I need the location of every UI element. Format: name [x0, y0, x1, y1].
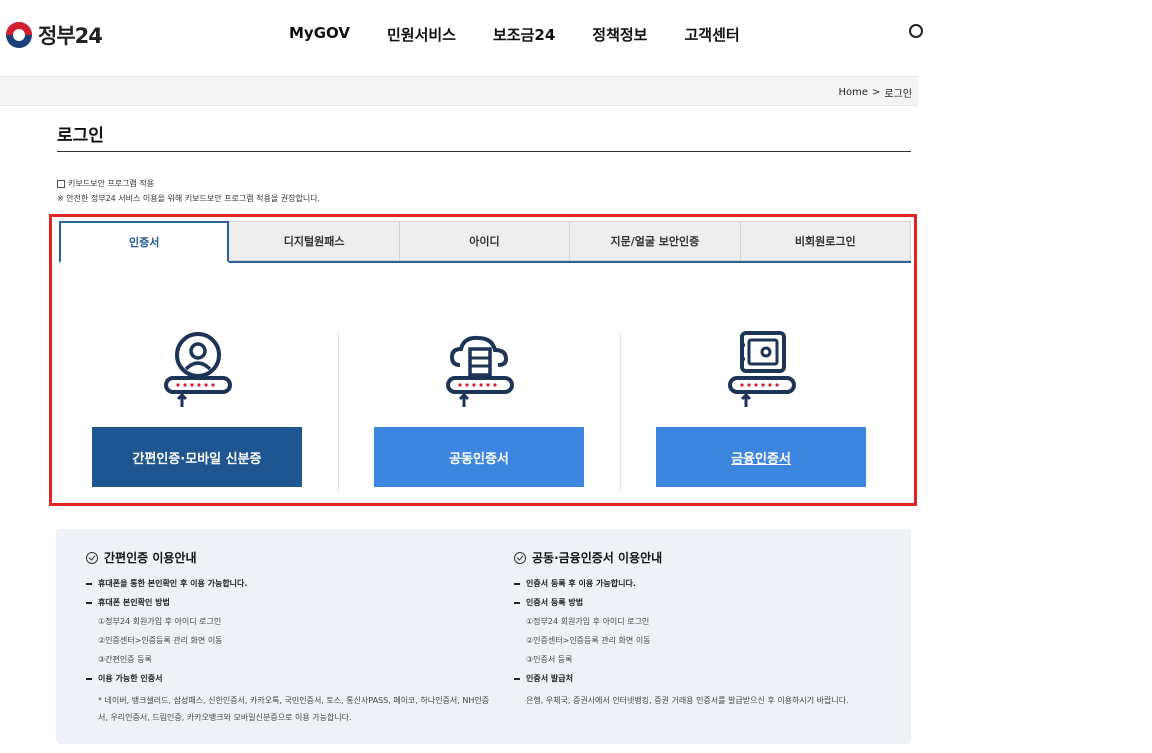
dash-icon — [86, 677, 92, 680]
person-key-icon — [164, 332, 232, 407]
joint-certificate-button[interactable]: 공동인증서 — [374, 427, 584, 487]
guide-item: 인증서 등록 방법 — [514, 597, 906, 608]
guide-item: 휴대폰 본인확인 방법 — [86, 597, 498, 608]
guide-step: ③인증서 등록 — [526, 655, 573, 664]
guide-item-text: 휴대폰 본인확인 방법 — [98, 598, 170, 607]
check-circle-icon — [514, 551, 526, 564]
site-logo[interactable]: 정부24 — [6, 20, 103, 50]
guide-item-text: 인증서 발급처 — [526, 674, 573, 683]
guide-simple-auth: 간편인증 이용안내 휴대폰을 통한 본인확인 후 이용 가능합니다. 휴대폰 본… — [86, 549, 498, 734]
financial-certificate-button[interactable]: 금융인증서 — [656, 427, 866, 487]
guide-item: 인증서 등록 후 이용 가능합니다. — [514, 578, 906, 589]
keyboard-security-checkbox[interactable] — [57, 179, 65, 188]
guide-cert-list: * 네이버, 뱅크샐러드, 삼성패스, 신한인증서, 카카오톡, 국민인증서, … — [98, 696, 490, 722]
guide-item-text: 이용 가능한 인증서 — [98, 674, 163, 683]
option-divider — [338, 332, 339, 492]
dash-icon — [86, 582, 92, 585]
nav-item-mygov[interactable]: MyGOV — [289, 24, 350, 45]
guide-heading: 공동·금융인증서 이용안내 — [514, 549, 906, 566]
breadcrumb-current: 로그인 — [884, 89, 912, 100]
keyboard-security-note: ※ 안전한 정부24 서비스 이용을 위해 키보드보안 프로그램 적용을 권장합… — [57, 194, 321, 203]
guide-item: 이용 가능한 인증서 — [86, 673, 498, 684]
guide-step: ②인증센터>인증등록 관리 화면 이동 — [526, 636, 651, 645]
dash-icon — [86, 601, 92, 604]
tab-id[interactable]: 아이디 — [399, 221, 571, 261]
tab-non-member[interactable]: 비회원로그인 — [740, 221, 911, 261]
guide-item-text: 인증서 등록 방법 — [526, 598, 584, 607]
login-tabs: 인증서 디지털원패스 아이디 지문/얼굴 보안인증 비회원로그인 — [59, 221, 911, 263]
option-joint-certificate: 공동인증서 — [374, 327, 584, 492]
guide-step: ③간편인증 등록 — [98, 655, 152, 664]
tab-digital-onepass[interactable]: 디지털원패스 — [229, 221, 400, 261]
usage-guide: 간편인증 이용안내 휴대폰을 통한 본인확인 후 이용 가능합니다. 휴대폰 본… — [56, 529, 911, 744]
nav-item-policy[interactable]: 정책정보 — [592, 24, 647, 45]
option-divider — [620, 332, 621, 492]
guide-step: ①정부24 회원가입 후 아이디 로그인 — [526, 617, 650, 626]
guide-item-text: 인증서 등록 후 이용 가능합니다. — [526, 579, 636, 588]
check-circle-icon — [86, 551, 98, 564]
guide-certificate: 공동·금융인증서 이용안내 인증서 등록 후 이용 가능합니다. 인증서 등록 … — [514, 549, 906, 717]
logo-text: 정부24 — [38, 24, 103, 48]
site-header: 정부24 MyGOV 민원서비스 보조금24 정책정보 고객센터 — [0, 0, 923, 70]
cloud-server-key-icon — [446, 335, 514, 407]
guide-item-text: 휴대폰을 통한 본인확인 후 이용 가능합니다. — [98, 579, 248, 588]
nav-item-customer-center[interactable]: 고객센터 — [684, 24, 739, 45]
page-title: 로그인 — [57, 126, 104, 146]
search-icon[interactable] — [909, 24, 923, 38]
nav-item-civil-service[interactable]: 민원서비스 — [387, 24, 456, 45]
breadcrumb-separator-icon: > — [872, 87, 881, 98]
tab-certificate[interactable]: 인증서 — [59, 221, 230, 263]
option-simple-auth: 간편인증·모바일 신분증 — [92, 327, 302, 492]
guide-title: 간편인증 이용안내 — [104, 551, 197, 565]
login-panel: 인증서 디지털원패스 아이디 지문/얼굴 보안인증 비회원로그인 간편인증·모바… — [49, 214, 917, 506]
certificate-options: 간편인증·모바일 신분증 공동인증서 금융인증서 — [52, 327, 914, 492]
nav-item-subsidy[interactable]: 보조금24 — [493, 24, 555, 45]
main-nav: MyGOV 민원서비스 보조금24 정책정보 고객센터 — [289, 24, 777, 45]
guide-issuer-list: 은행, 우체국, 증권사에서 인터넷뱅킹, 증권 거래용 인증서를 발급받으신 … — [526, 696, 849, 705]
guide-item: 휴대폰을 통한 본인확인 후 이용 가능합니다. — [86, 578, 498, 589]
guide-item: 인증서 발급처 — [514, 673, 906, 684]
page: 정부24 MyGOV 민원서비스 보조금24 정책정보 고객센터 Home > … — [0, 0, 1152, 753]
dash-icon — [514, 601, 520, 604]
title-divider — [57, 151, 911, 152]
tab-biometric[interactable]: 지문/얼굴 보안인증 — [570, 221, 741, 261]
breadcrumb-home[interactable]: Home — [838, 87, 868, 98]
guide-step: ②인증센터>인증등록 관리 화면 이동 — [98, 636, 223, 645]
breadcrumb: Home > 로그인 — [838, 85, 912, 100]
safe-key-icon — [728, 331, 796, 407]
option-financial-certificate: 금융인증서 — [656, 327, 866, 492]
guide-heading: 간편인증 이용안내 — [86, 549, 498, 566]
breadcrumb-bar: Home > 로그인 — [0, 76, 918, 106]
keyboard-security-label: 키보드보안 프로그램 적용 — [68, 179, 155, 188]
simple-auth-button[interactable]: 간편인증·모바일 신분증 — [92, 427, 302, 487]
guide-title: 공동·금융인증서 이용안내 — [532, 551, 663, 565]
dash-icon — [514, 582, 520, 585]
dash-icon — [514, 677, 520, 680]
keyboard-security-option[interactable]: 키보드보안 프로그램 적용 — [57, 178, 154, 189]
guide-step: ①정부24 회원가입 후 아이디 로그인 — [98, 617, 222, 626]
taegeuk-logo-icon — [6, 22, 32, 48]
